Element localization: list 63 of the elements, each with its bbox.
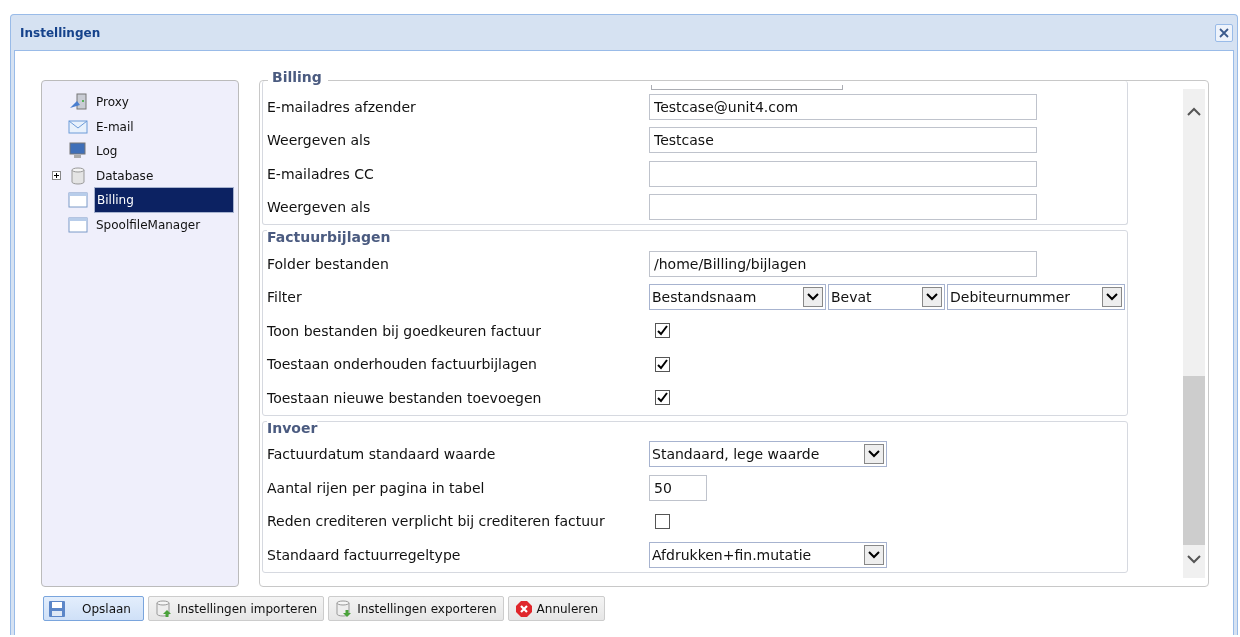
field-label: Toestaan nieuwe bestanden toevoegen — [267, 389, 543, 406]
section-legend: Invoer — [267, 419, 318, 436]
dropdown-field[interactable]: Debiteurnummer — [947, 284, 1125, 311]
close-button[interactable] — [1215, 23, 1233, 42]
input-field[interactable]: Testcase — [649, 127, 1037, 154]
section-legend: Factuurbijlagen — [267, 229, 391, 245]
close-icon — [1219, 27, 1229, 38]
dropdown-field[interactable]: Standaard, lege waarde — [649, 441, 887, 468]
input-field[interactable]: /home/Billing/bijlagen — [649, 250, 1037, 277]
database-down-arrow-icon — [335, 599, 354, 618]
scroll-down-icon[interactable] — [1187, 555, 1201, 564]
cancel-icon — [514, 599, 533, 618]
dropdown-field[interactable]: Bestandsnaam — [649, 284, 826, 311]
tree-item[interactable]: Billing — [94, 187, 234, 214]
input-field[interactable] — [651, 85, 843, 90]
dropdown-field[interactable]: Bevat — [828, 284, 945, 311]
chevron-down-icon — [807, 293, 819, 302]
checkbox[interactable] — [655, 390, 670, 406]
tree-item[interactable]: E-mail — [94, 116, 234, 137]
toolbar-button[interactable]: Instellingen exporteren — [328, 596, 504, 621]
chevron-down-icon — [926, 293, 938, 302]
section-legend: Billing — [268, 69, 328, 85]
monitor-icon — [68, 142, 88, 161]
toolbar-button[interactable]: Instellingen importeren — [147, 596, 325, 621]
field-label: Filter — [267, 289, 303, 306]
tree-item[interactable]: SpoolfileManager — [94, 214, 234, 235]
field-label: Standaard factuurregeltype — [267, 546, 462, 563]
dropdown-field[interactable]: Afdrukken+fin.mutatie — [649, 541, 887, 568]
chevron-down-icon — [1106, 293, 1118, 302]
field-label: Toon bestanden bij goedkeuren factuur — [267, 322, 542, 339]
field-label: Folder bestanden — [267, 255, 390, 272]
expand-icon[interactable] — [52, 171, 61, 181]
tree-item[interactable]: Database — [94, 165, 234, 186]
input-field[interactable] — [649, 160, 1037, 187]
database-up-arrow-icon — [154, 599, 173, 618]
window-icon — [68, 216, 88, 233]
tree-item[interactable]: Proxy — [94, 92, 234, 113]
window-icon — [68, 192, 88, 209]
scrollbar[interactable] — [1183, 89, 1205, 578]
checkbox[interactable] — [655, 323, 670, 339]
database-icon — [68, 166, 88, 185]
input-field[interactable]: Testcase@unit4.com — [649, 93, 1037, 120]
field-label: Aantal rijen per pagina in tabel — [267, 479, 486, 496]
scroll-up-icon[interactable] — [1187, 107, 1201, 116]
field-label: Weergeven als — [267, 132, 372, 149]
chevron-down-icon — [868, 450, 880, 459]
envelope-icon — [68, 118, 88, 135]
field-label: E-mailadres afzender — [267, 98, 417, 115]
server-icon — [68, 93, 88, 112]
field-label: E-mailadres CC — [267, 165, 375, 182]
window-title: Instellingen — [20, 25, 101, 40]
tree-item[interactable]: Log — [94, 141, 234, 162]
field-label: Toestaan onderhouden factuurbijlagen — [267, 356, 538, 373]
input-field[interactable]: 50 — [649, 474, 707, 501]
input-field[interactable] — [649, 194, 1037, 221]
field-label: Reden crediteren verplicht bij crediteren factuur — [267, 513, 606, 530]
field-label: Factuurdatum standaard waarde — [267, 446, 497, 463]
checkbox[interactable] — [655, 356, 670, 372]
field-label: Weergeven als — [267, 199, 372, 216]
toolbar-button[interactable]: Opslaan — [43, 596, 144, 621]
toolbar-button[interactable]: Annuleren — [507, 596, 605, 621]
checkbox[interactable] — [655, 513, 670, 529]
chevron-down-icon — [868, 550, 880, 559]
